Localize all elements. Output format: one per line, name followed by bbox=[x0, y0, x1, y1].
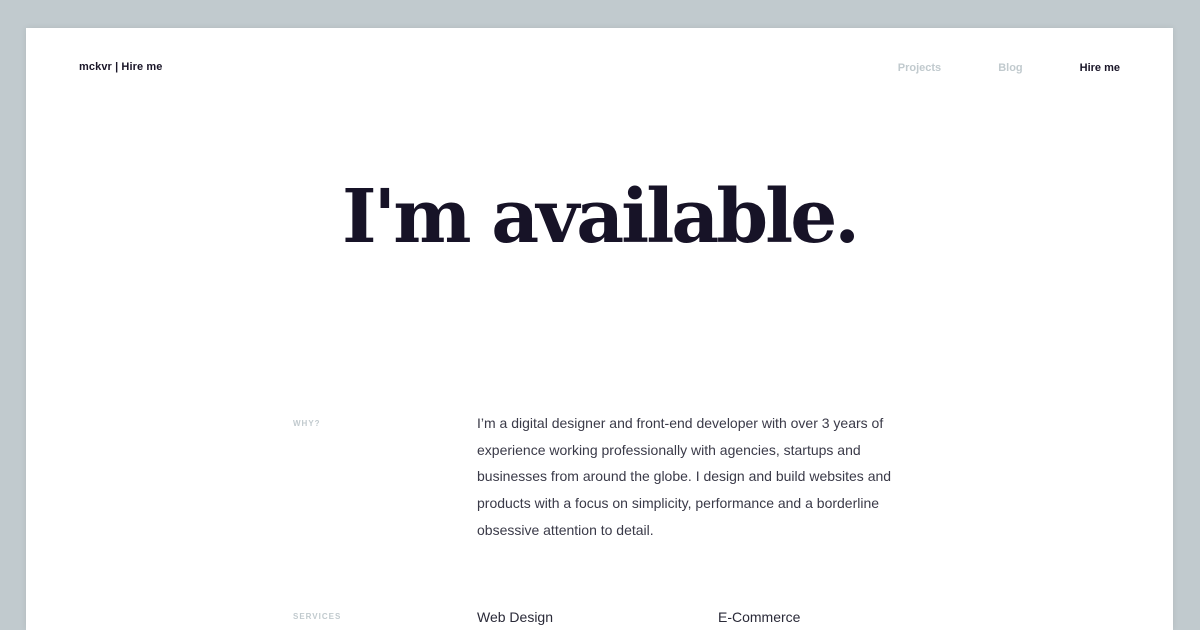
service-item-e-commerce: E-Commerce bbox=[718, 609, 801, 625]
nav-link-projects[interactable]: Projects bbox=[898, 62, 941, 74]
services-section-label: SERVICES bbox=[293, 612, 342, 621]
nav-link-hire-me[interactable]: Hire me bbox=[1080, 62, 1120, 74]
page-card: mckvr | Hire me Projects Blog Hire me I'… bbox=[26, 28, 1173, 630]
brand-link[interactable]: mckvr | Hire me bbox=[79, 61, 162, 73]
why-section-label: WHY? bbox=[293, 419, 321, 428]
main-nav: Projects Blog Hire me bbox=[841, 62, 1120, 74]
nav-link-blog[interactable]: Blog bbox=[998, 62, 1022, 74]
service-item-web-design: Web Design bbox=[477, 609, 554, 625]
why-description: I’m a digital designer and front-end dev… bbox=[477, 415, 892, 538]
hero-title: I'm available. bbox=[341, 174, 860, 260]
